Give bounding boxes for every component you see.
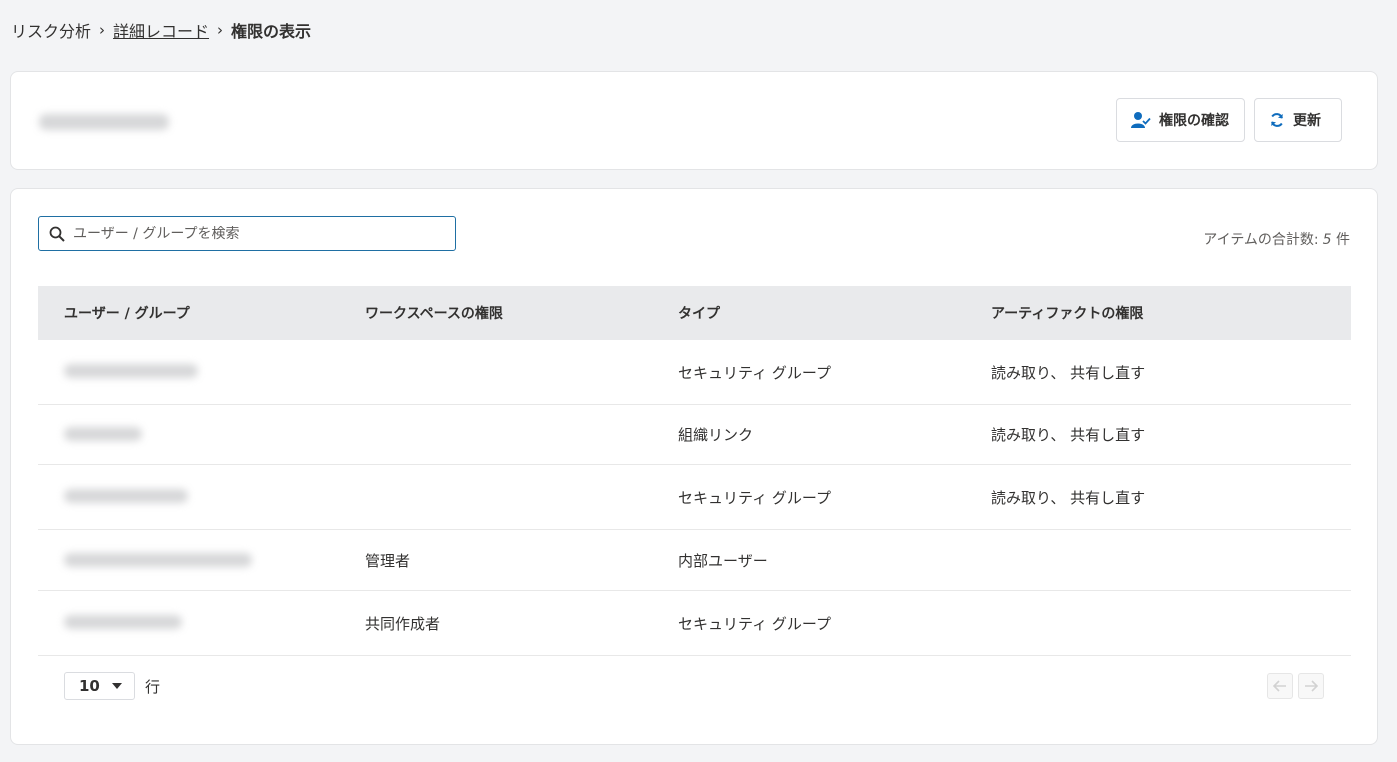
column-header-artifact-permission[interactable]: アーティファクトの権限 bbox=[965, 303, 1351, 323]
refresh-icon bbox=[1271, 113, 1283, 127]
type-cell: セキュリティ グループ bbox=[678, 488, 831, 507]
permissions-card: アイテムの合計数:5 件 ユーザー / グループ ワークスペースの権限 タイプ … bbox=[10, 188, 1378, 745]
breadcrumb: リスク分析 › 詳細レコード › 権限の表示 bbox=[11, 18, 311, 42]
chevron-right-icon: › bbox=[217, 21, 224, 39]
check-permissions-button[interactable]: 権限の確認 bbox=[1116, 98, 1245, 142]
previous-page-button[interactable] bbox=[1267, 673, 1293, 699]
arrow-left-icon bbox=[1273, 680, 1286, 692]
column-header-workspace-permission[interactable]: ワークスペースの権限 bbox=[339, 303, 652, 323]
redacted-artifact-name bbox=[39, 114, 169, 130]
redacted-user-name bbox=[64, 364, 198, 378]
total-label: アイテムの合計数: bbox=[1203, 232, 1319, 248]
table-row[interactable]: 管理者 内部ユーザー bbox=[38, 530, 1351, 591]
arrow-right-icon bbox=[1305, 680, 1318, 692]
rows-per-page-value: 10 bbox=[79, 677, 100, 695]
type-cell: 内部ユーザー bbox=[678, 551, 768, 570]
redacted-user-name bbox=[64, 615, 182, 629]
column-header-type[interactable]: タイプ bbox=[652, 303, 965, 323]
artifact-permission-cell: 読み取り、 共有し直す bbox=[991, 426, 1146, 444]
type-cell: 組織リンク bbox=[678, 426, 754, 444]
workspace-permission-cell: 管理者 bbox=[365, 551, 411, 570]
rows-per-page-label: 行 bbox=[145, 677, 161, 696]
redacted-user-name bbox=[64, 553, 252, 567]
header-card: 権限の確認 更新 bbox=[10, 71, 1378, 170]
total-unit: 件 bbox=[1336, 232, 1350, 248]
search-box[interactable] bbox=[38, 216, 456, 251]
type-cell: セキュリティ グループ bbox=[678, 614, 831, 633]
refresh-label: 更新 bbox=[1293, 113, 1321, 129]
redacted-user-name bbox=[64, 427, 142, 441]
artifact-permission-cell: 読み取り、 共有し直す bbox=[991, 488, 1146, 507]
table-header: ユーザー / グループ ワークスペースの権限 タイプ アーティファクトの権限 bbox=[38, 286, 1351, 340]
search-icon bbox=[49, 226, 65, 242]
refresh-button[interactable]: 更新 bbox=[1254, 98, 1342, 142]
artifact-permission-cell: 読み取り、 共有し直す bbox=[991, 363, 1146, 382]
chevron-right-icon: › bbox=[99, 21, 106, 39]
rows-per-page-select[interactable]: 10 bbox=[64, 672, 135, 700]
total-count: 5 bbox=[1322, 232, 1332, 248]
permissions-table: ユーザー / グループ ワークスペースの権限 タイプ アーティファクトの権限 セ… bbox=[38, 286, 1351, 656]
breadcrumb-current: 権限の表示 bbox=[231, 22, 312, 41]
redacted-user-name bbox=[64, 489, 188, 503]
rows-per-page: 10 行 bbox=[64, 672, 160, 700]
breadcrumb-detail-records[interactable]: 詳細レコード bbox=[113, 18, 209, 42]
table-row[interactable]: セキュリティ グループ 読み取り、 共有し直す bbox=[38, 340, 1351, 405]
total-items: アイテムの合計数: 5 件 bbox=[1203, 229, 1350, 249]
table-row[interactable]: 組織リンク 読み取り、 共有し直す bbox=[38, 405, 1351, 465]
search-input[interactable] bbox=[73, 225, 443, 242]
table-row[interactable]: 共同作成者 セキュリティ グループ bbox=[38, 591, 1351, 656]
workspace-permission-cell: 共同作成者 bbox=[365, 614, 441, 633]
next-page-button[interactable] bbox=[1298, 673, 1324, 699]
table-row[interactable]: セキュリティ グループ 読み取り、 共有し直す bbox=[38, 465, 1351, 530]
breadcrumb-root[interactable]: リスク分析 bbox=[11, 18, 91, 42]
check-permissions-label: 権限の確認 bbox=[1159, 113, 1229, 129]
caret-down-icon bbox=[112, 683, 122, 689]
user-check-icon bbox=[1131, 112, 1151, 128]
column-header-user-group[interactable]: ユーザー / グループ bbox=[38, 303, 339, 323]
type-cell: セキュリティ グループ bbox=[678, 363, 831, 382]
